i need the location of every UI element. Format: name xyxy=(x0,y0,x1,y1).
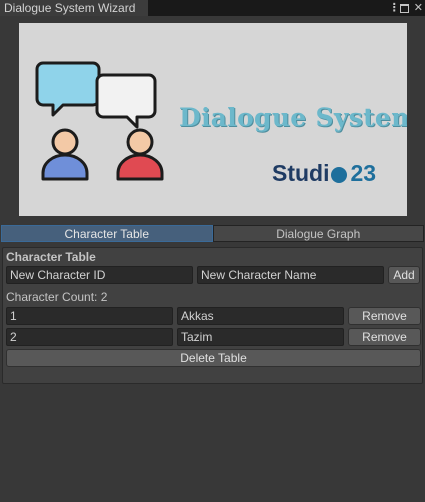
dialogue-system-banner: Dialogue System Studi 23 xyxy=(19,23,407,216)
window-controls: ⋮ ✕ xyxy=(389,0,423,16)
window-tab[interactable]: Dialogue System Wizard xyxy=(0,0,148,16)
wizard-content: Dialogue System Studi 23 Character Table … xyxy=(0,16,425,502)
delete-table-button[interactable]: Delete Table xyxy=(6,349,421,367)
character-row-1-id[interactable]: 1 xyxy=(6,307,173,325)
remove-row-2-button[interactable]: Remove xyxy=(348,328,421,346)
studio-number: 23 xyxy=(350,160,377,186)
new-character-id-input[interactable] xyxy=(10,267,192,283)
remove-row-1-button[interactable]: Remove xyxy=(348,307,421,325)
character-table-panel: Character Table Add Character Count: 2 1… xyxy=(2,247,423,384)
new-character-name-input[interactable] xyxy=(201,267,383,283)
wizard-tab-bar: Character Table Dialogue Graph xyxy=(1,225,424,242)
banner-title: Dialogue System xyxy=(179,103,407,132)
new-character-name-field[interactable] xyxy=(197,266,384,284)
close-icon[interactable]: ✕ xyxy=(414,0,423,16)
character-row-2-id[interactable]: 2 xyxy=(6,328,173,346)
new-character-id-field[interactable] xyxy=(6,266,193,284)
character-row-2-name[interactable]: Tazim xyxy=(177,328,344,346)
maximize-icon[interactable] xyxy=(399,3,409,13)
tab-dialogue-graph[interactable]: Dialogue Graph xyxy=(212,225,424,242)
character-row-1-name[interactable]: Akkas xyxy=(177,307,344,325)
gear-icon xyxy=(330,166,347,183)
window-title-bar: Dialogue System Wizard ⋮ ✕ xyxy=(0,0,425,16)
kebab-menu-icon[interactable]: ⋮ xyxy=(389,0,400,16)
tab-character-table[interactable]: Character Table xyxy=(1,225,213,242)
add-character-button[interactable]: Add xyxy=(388,266,420,284)
studio-logo: Studi 23 xyxy=(272,160,376,187)
character-count-label: Character Count: 2 xyxy=(6,290,108,304)
character-table-heading: Character Table xyxy=(6,250,96,264)
studio-name: Studi xyxy=(272,160,330,186)
